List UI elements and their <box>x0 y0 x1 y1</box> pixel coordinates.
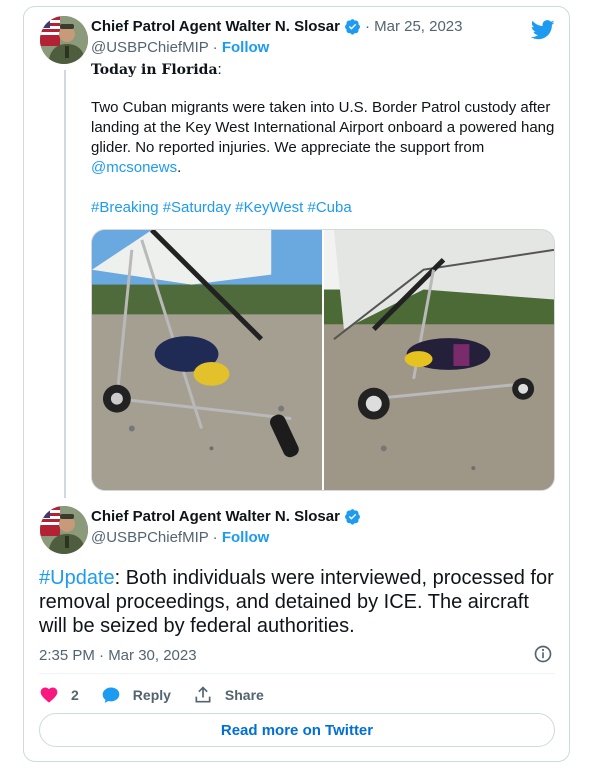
like-button[interactable]: 2 <box>39 685 79 705</box>
body-end: . <box>177 159 182 176</box>
like-count: 2 <box>71 687 79 703</box>
avatar[interactable] <box>40 506 88 554</box>
reply-label: Reply <box>132 687 171 703</box>
avatar[interactable] <box>40 16 88 64</box>
update-text: : Both individuals were interviewed, pro… <box>39 567 554 637</box>
photo-hang-glider-right[interactable] <box>324 230 554 490</box>
tweet-photos <box>91 229 555 491</box>
heading-text: Today in Florida <box>91 62 218 78</box>
tweet-body: #Update: Both individuals were interview… <box>39 566 559 638</box>
body-text: Two Cuban migrants were taken into U.S. … <box>91 99 555 156</box>
thread-connector-line <box>64 70 66 498</box>
tweet-paragraph: Two Cuban migrants were taken into U.S. … <box>91 98 555 178</box>
separator-dot: · <box>212 39 218 56</box>
follow-button[interactable]: Follow <box>222 529 270 546</box>
update-hashtag-link[interactable]: #Update <box>39 567 115 589</box>
tweet-author-row: Chief Patrol Agent Walter N. Slosar · Ma… <box>91 18 463 35</box>
reply-button[interactable]: Reply <box>101 685 171 705</box>
follow-button[interactable]: Follow <box>222 39 270 56</box>
twitter-bird-icon[interactable] <box>531 19 555 41</box>
read-more-button[interactable]: Read more on Twitter <box>39 713 555 747</box>
author-name[interactable]: Chief Patrol Agent Walter N. Slosar <box>91 508 340 525</box>
photo-hang-glider-left[interactable] <box>92 230 322 490</box>
author-handle[interactable]: @USBPChiefMIP <box>91 529 209 546</box>
info-icon[interactable] <box>533 644 553 664</box>
heading-suffix: : <box>217 61 222 78</box>
author-name[interactable]: Chief Patrol Agent Walter N. Slosar <box>91 18 340 35</box>
tweet-heading: Today in Florida: <box>91 60 555 80</box>
tweet-timestamp[interactable]: 2:35 PM · Mar 30, 2023 <box>39 647 197 664</box>
tweet-date[interactable]: · Mar 25, 2023 <box>365 18 463 35</box>
author-handle[interactable]: @USBPChiefMIP <box>91 39 209 56</box>
divider <box>39 673 555 674</box>
separator-dot: · <box>212 529 218 546</box>
share-label: Share <box>224 687 264 703</box>
verified-badge-icon <box>344 508 361 525</box>
heart-icon <box>40 687 58 703</box>
share-icon <box>195 686 211 703</box>
handle-row: @USBPChiefMIP · Follow <box>91 529 269 546</box>
tweet-actions: 2 Reply Share <box>39 684 286 706</box>
hashtags-link[interactable]: #Breaking #Saturday #KeyWest #Cuba <box>91 198 555 218</box>
tweet-body: Today in Florida: Two Cuban migrants wer… <box>91 60 555 218</box>
reply-icon <box>102 687 120 703</box>
tweet-author-row: Chief Patrol Agent Walter N. Slosar <box>91 508 361 525</box>
verified-badge-icon <box>344 18 361 35</box>
handle-row: @USBPChiefMIP · Follow <box>91 39 269 56</box>
share-button[interactable]: Share <box>193 685 264 705</box>
mention-link[interactable]: @mcsonews <box>91 159 177 176</box>
